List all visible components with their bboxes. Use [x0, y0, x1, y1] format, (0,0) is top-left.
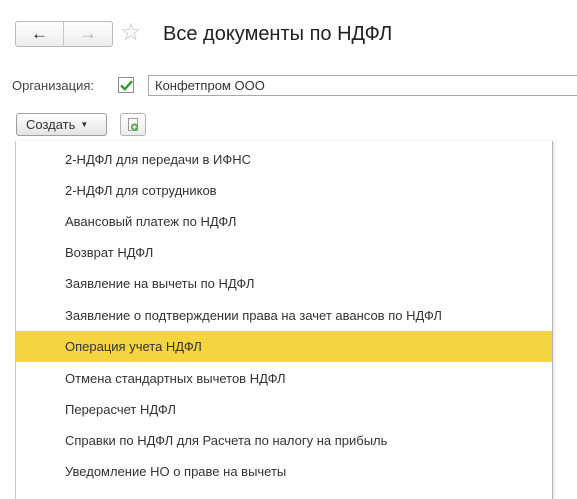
organization-checkbox[interactable] — [118, 77, 134, 93]
menu-item[interactable]: 2-НДФЛ для сотрудников — [16, 175, 552, 206]
menu-item[interactable]: Перерасчет НДФЛ — [16, 394, 552, 425]
organization-field[interactable]: Конфетпром ООО — [148, 75, 577, 96]
arrow-right-icon: → — [79, 24, 97, 43]
chevron-down-icon: ▼ — [80, 120, 89, 129]
star-icon[interactable]: ☆ — [120, 20, 142, 46]
menu-item[interactable]: Авансовый платеж по НДФЛ — [16, 206, 552, 237]
add-copy-button[interactable] — [120, 113, 146, 136]
menu-item[interactable]: Заявление на вычеты по НДФЛ — [16, 268, 552, 299]
create-button-label: Создать — [26, 117, 76, 132]
menu-item[interactable]: Уведомление НО о праве на вычеты — [16, 456, 552, 487]
forward-button[interactable]: → — [64, 22, 112, 46]
arrow-left-icon: ← — [31, 24, 48, 43]
create-dropdown-menu: 2-НДФЛ для передачи в ИФНС 2-НДФЛ для сот… — [15, 141, 553, 499]
menu-item[interactable]: Возврат НДФЛ — [16, 237, 552, 268]
menu-item[interactable]: 2-НДФЛ для передачи в ИФНС — [16, 144, 552, 175]
back-button[interactable]: ← — [16, 22, 65, 46]
navigation-buttons: ← → — [15, 21, 113, 47]
page-title: Все документы по НДФЛ — [163, 23, 393, 45]
menu-item[interactable]: Операция учета НДФЛ — [16, 331, 552, 362]
menu-item[interactable]: Отмена стандартных вычетов НДФЛ — [16, 363, 552, 394]
menu-item[interactable]: Заявление о подтверждении права на зачет… — [16, 300, 552, 331]
menu-item[interactable]: Справки по НДФЛ для Расчета по налогу на… — [16, 425, 552, 456]
copy-add-icon — [128, 118, 139, 131]
create-button[interactable]: Создать ▼ — [16, 113, 107, 136]
checkmark-icon — [119, 79, 133, 91]
organization-label: Организация: — [12, 78, 95, 93]
